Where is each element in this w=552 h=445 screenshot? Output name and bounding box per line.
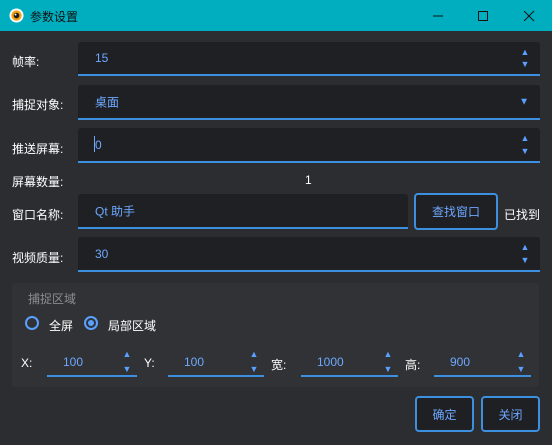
close-button[interactable]: 关闭 — [481, 396, 540, 432]
y-spinbox[interactable]: 100 ▲ ▼ — [168, 350, 264, 377]
ok-button[interactable]: 确定 — [415, 396, 474, 432]
fps-spinbox[interactable]: 15 ▲ ▼ — [78, 42, 540, 76]
close-icon — [523, 10, 535, 21]
height-increment-icon[interactable]: ▲ — [516, 350, 526, 359]
y-decrement-icon[interactable]: ▼ — [249, 365, 259, 374]
width-decrement-icon[interactable]: ▼ — [383, 365, 393, 374]
partial-region-radio[interactable] — [84, 316, 98, 330]
push-screen-decrement-icon[interactable]: ▼ — [520, 147, 530, 156]
fullscreen-radio-label[interactable]: 全屏 — [49, 317, 73, 334]
push-screen-increment-icon[interactable]: ▲ — [520, 134, 530, 143]
x-value: 100 — [63, 355, 84, 369]
screen-count-value: 1 — [305, 173, 312, 187]
fps-increment-icon[interactable]: ▲ — [520, 48, 530, 57]
minimize-button[interactable] — [415, 0, 461, 31]
height-label: 高: — [405, 358, 421, 372]
window-title: 参数设置 — [30, 10, 79, 24]
window-name-label: 窗口名称: — [12, 208, 64, 222]
app-eye-icon — [9, 8, 24, 23]
partial-region-radio-label[interactable]: 局部区域 — [108, 317, 156, 334]
close-window-button[interactable] — [506, 0, 552, 31]
x-decrement-icon[interactable]: ▼ — [122, 365, 132, 374]
width-label: 宽: — [271, 358, 287, 372]
video-quality-label: 视频质量: — [12, 251, 64, 265]
push-screen-spinbox[interactable]: 0 ▲ ▼ — [78, 128, 540, 163]
capture-target-label: 捕捉对象: — [12, 98, 64, 112]
video-quality-spinbox[interactable]: 30 ▲ ▼ — [78, 237, 540, 272]
video-quality-increment-icon[interactable]: ▲ — [520, 243, 530, 252]
fps-value: 15 — [95, 51, 109, 65]
video-quality-value: 30 — [95, 246, 109, 261]
fps-decrement-icon[interactable]: ▼ — [520, 60, 530, 69]
window-name-value: Qt 助手 — [95, 204, 136, 218]
fullscreen-radio[interactable] — [25, 316, 39, 330]
capture-target-value: 桌面 — [95, 95, 120, 109]
maximize-button[interactable] — [460, 0, 506, 31]
height-spinbox[interactable]: 900 ▲ ▼ — [434, 350, 531, 377]
maximize-icon — [478, 10, 488, 21]
x-label: X: — [21, 356, 33, 370]
capture-region-title: 捕捉区域 — [28, 292, 77, 306]
y-value: 100 — [184, 355, 205, 369]
screen-count-label: 屏幕数量: — [12, 175, 64, 189]
video-quality-decrement-icon[interactable]: ▼ — [520, 256, 530, 265]
found-status-text: 已找到 — [504, 208, 541, 222]
minimize-icon — [433, 15, 443, 16]
chevron-down-icon: ▼ — [519, 96, 529, 107]
height-decrement-icon[interactable]: ▼ — [516, 365, 526, 374]
y-increment-icon[interactable]: ▲ — [249, 350, 259, 359]
x-increment-icon[interactable]: ▲ — [122, 350, 132, 359]
capture-region-group: 捕捉区域 全屏 局部区域 X: 100 ▲ ▼ Y: 100 ▲ ▼ 宽: 10… — [12, 283, 539, 387]
capture-target-select[interactable]: 桌面 ▼ — [78, 85, 540, 120]
x-spinbox[interactable]: 100 ▲ ▼ — [47, 350, 137, 377]
push-screen-value: 0 — [95, 137, 102, 152]
push-screen-label: 推送屏幕: — [12, 142, 64, 156]
title-bar[interactable]: 参数设置 — [0, 0, 552, 31]
fps-label: 帧率: — [12, 55, 40, 69]
width-increment-icon[interactable]: ▲ — [383, 350, 393, 359]
window-name-input[interactable]: Qt 助手 — [78, 194, 408, 229]
width-spinbox[interactable]: 1000 ▲ ▼ — [301, 350, 398, 377]
width-value: 1000 — [317, 355, 344, 369]
find-window-button[interactable]: 查找窗口 — [414, 193, 498, 230]
height-value: 900 — [450, 355, 471, 369]
y-label: Y: — [144, 356, 155, 370]
